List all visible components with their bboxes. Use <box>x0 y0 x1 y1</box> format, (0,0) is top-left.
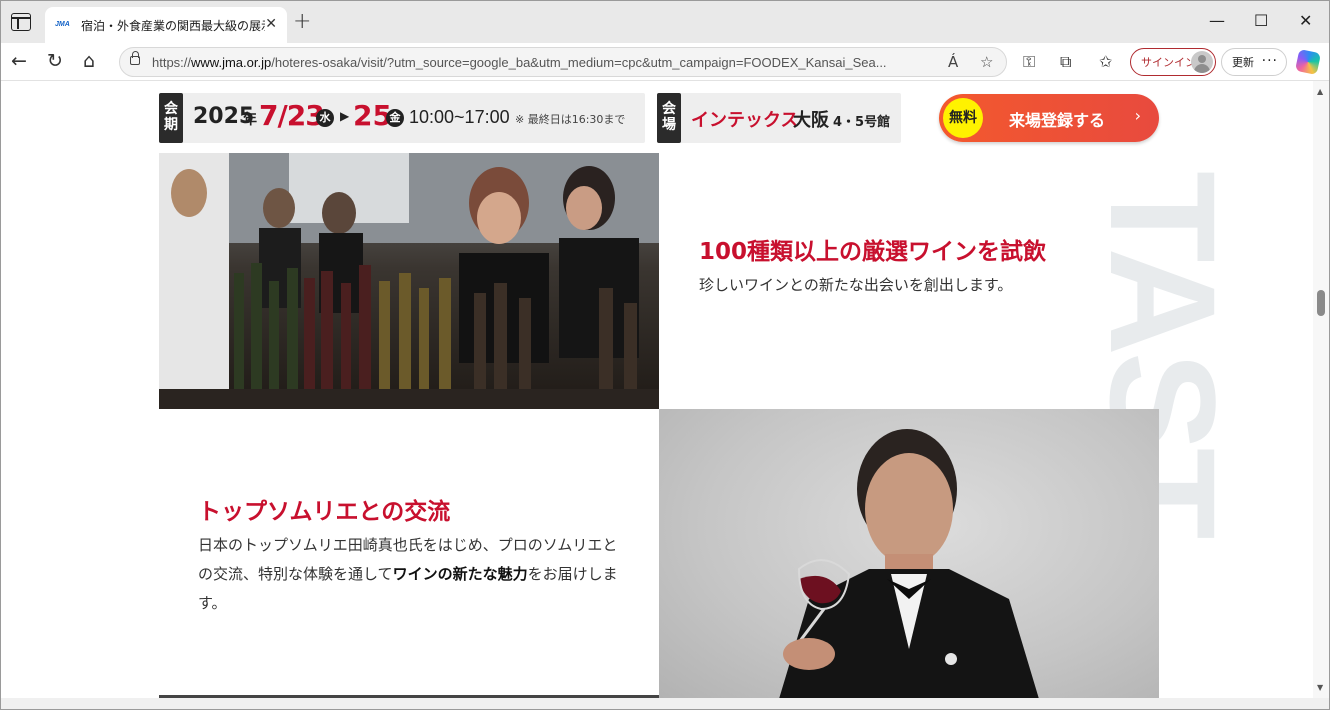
venue-hall: 4・5号館 <box>833 115 891 130</box>
tab-title: 宿泊・外食産業の関西最大級の展示 <box>81 18 265 33</box>
close-tab-icon[interactable]: ✕ <box>265 16 277 32</box>
favorites-list-icon[interactable]: ✩ <box>1099 52 1112 71</box>
active-tab[interactable]: JMA 宿泊・外食産業の関西最大級の展示 ✕ <box>45 7 287 43</box>
next-photo-edge <box>159 695 659 698</box>
url-text[interactable]: https://www.jma.or.jp/hoteres-osaka/visi… <box>152 55 942 70</box>
register-button[interactable]: 無料 来場登録する › <box>939 94 1159 142</box>
feature-desc-wine-tasting: 珍しいワインとの新たな出会いを創出します。 <box>699 276 1013 294</box>
jma-favicon-icon: JMA <box>55 21 70 28</box>
date-tag: 会期 <box>159 93 183 143</box>
event-hours: 10:00~17:00 <box>409 107 510 127</box>
read-aloud-icon[interactable]: Á <box>948 53 958 71</box>
year-suffix: 年 <box>243 112 257 128</box>
vertical-scrollbar[interactable]: ▲ ▼ <box>1313 81 1329 698</box>
sommelier-photo <box>659 409 1159 698</box>
venue-city: 大阪 <box>793 110 829 131</box>
chevron-right-icon: › <box>1134 106 1141 125</box>
update-button[interactable]: 更新 ··· <box>1221 48 1287 76</box>
tab-actions-icon[interactable] <box>11 13 31 31</box>
venue-tag: 会場 <box>657 93 681 143</box>
close-window-icon[interactable]: ✕ <box>1299 11 1312 30</box>
minimize-icon[interactable]: — <box>1209 11 1225 30</box>
home-icon[interactable]: ⌂ <box>83 50 95 72</box>
lock-icon[interactable] <box>130 51 140 65</box>
update-label: 更新 <box>1232 56 1254 69</box>
feature-title-wine-tasting: 100種類以上の厳選ワインを試飲 <box>699 239 1047 265</box>
venue-name: インテックス <box>691 110 799 131</box>
feature-desc-sommelier: 日本のトップソムリエ田崎真也氏をはじめ、プロのソムリエとの交流、特別な体験を通し… <box>198 536 618 612</box>
avatar <box>1191 51 1213 73</box>
sommelier-illustration <box>779 429 1039 698</box>
maximize-icon[interactable]: ☐ <box>1254 11 1268 30</box>
scroll-down-icon[interactable]: ▼ <box>1317 683 1323 692</box>
favorite-star-icon[interactable]: ☆ <box>980 53 993 71</box>
start-date: 7/23 <box>259 99 325 132</box>
event-date-box: 会期 2025 年 7/23 水 ▶ 25 金 10:00~17:00 ※ 最終… <box>159 93 645 143</box>
start-weekday-badge: 水 <box>316 109 334 127</box>
end-weekday-badge: 金 <box>386 109 404 127</box>
page-viewport: NE TAST 会期 2025 年 7/23 水 ▶ 25 金 10:00~17… <box>1 81 1313 698</box>
back-arrow-icon[interactable]: ← <box>11 50 27 72</box>
browser-window: JMA 宿泊・外食産業の関西最大級の展示 ✕ + — ☐ ✕ ← ↻ ⌂ htt… <box>0 0 1330 710</box>
last-day-note: ※ 最終日は16:30まで <box>515 113 626 126</box>
password-key-icon[interactable]: ⚿ <box>1023 52 1035 72</box>
free-badge: 無料 <box>943 98 983 138</box>
feature-desc-highlight: ワインの新たな魅力 <box>392 565 528 583</box>
new-tab-button[interactable]: + <box>293 9 311 34</box>
extensions-puzzle-icon[interactable]: ⧉ <box>1060 52 1071 72</box>
tab-bar: JMA 宿泊・外食産業の関西最大級の展示 ✕ + — ☐ ✕ <box>1 1 1329 43</box>
event-venue-box: 会場 インテックス 大阪 4・5号館 <box>657 93 901 143</box>
navigation-bar: ← ↻ ⌂ https://www.jma.or.jp/hoteres-osak… <box>1 43 1329 81</box>
signin-label: サインイン <box>1141 56 1196 69</box>
scrollbar-thumb[interactable] <box>1317 290 1325 316</box>
reload-icon[interactable]: ↻ <box>47 50 63 72</box>
register-label: 来場登録する <box>1009 111 1106 130</box>
copilot-icon[interactable] <box>1294 48 1322 76</box>
more-menu-icon[interactable]: ··· <box>1262 53 1278 69</box>
signin-button[interactable]: サインイン <box>1130 48 1216 76</box>
scroll-up-icon[interactable]: ▲ <box>1317 87 1323 96</box>
wine-tasting-photo <box>159 153 659 409</box>
date-arrow-icon: ▶ <box>340 109 350 123</box>
address-bar[interactable]: https://www.jma.or.jp/hoteres-osaka/visi… <box>119 47 1007 77</box>
wine-tasting-illustration <box>159 153 659 409</box>
feature-title-sommelier: トップソムリエとの交流 <box>198 499 451 525</box>
